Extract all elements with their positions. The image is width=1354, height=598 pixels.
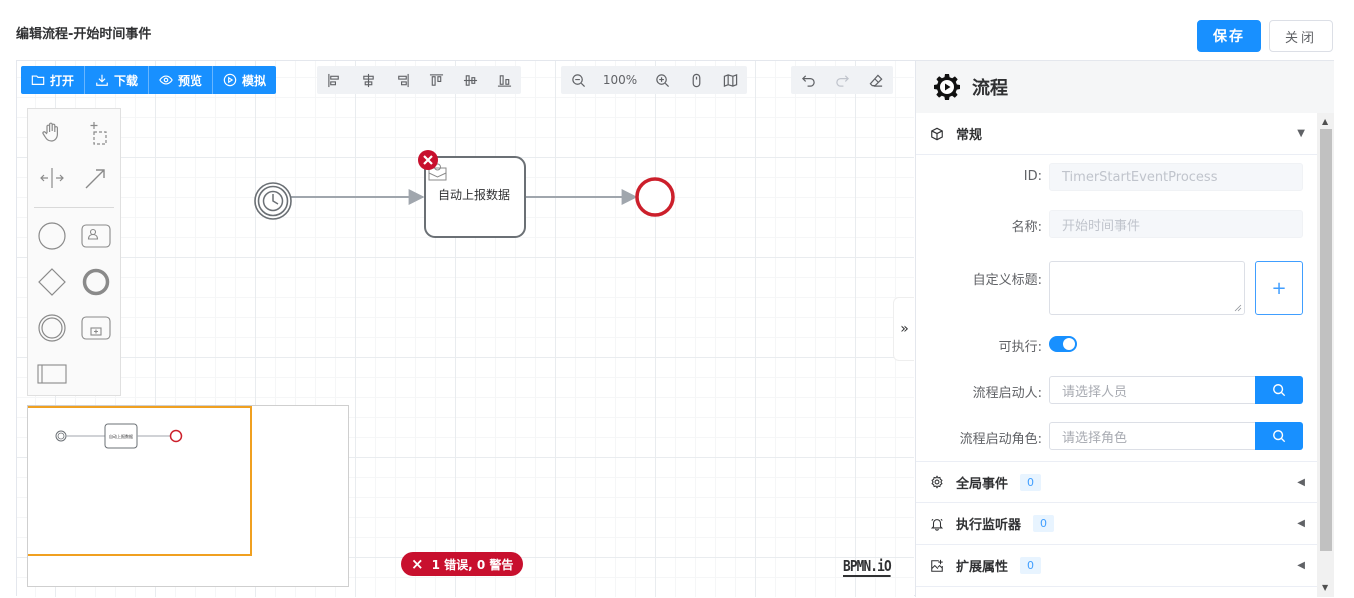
cube-icon [931, 127, 943, 140]
close-button[interactable]: 关闭 [1269, 20, 1333, 52]
ext-props-count-badge: 0 [1020, 557, 1042, 574]
initiator-input[interactable]: 请选择人员 [1049, 376, 1256, 404]
panel-collapse-button[interactable]: » [893, 297, 914, 361]
section-ext-props-title: 扩展属性 [956, 560, 1009, 575]
bell-icon [930, 518, 944, 531]
lint-summary: 1 错误, 0 警告 [431, 557, 514, 572]
error-marker-icon[interactable] [418, 150, 438, 170]
search-icon [1273, 384, 1286, 397]
resize-handle-icon [1234, 304, 1242, 312]
scrollbar-thumb[interactable] [1320, 129, 1332, 551]
save-button[interactable]: 保存 [1197, 20, 1261, 52]
executable-label: 可执行: [998, 340, 1042, 355]
double-chevron-right-icon: » [900, 321, 909, 337]
scroll-up-icon[interactable]: ▲ [1322, 117, 1328, 126]
section-general-title: 常规 [956, 128, 983, 143]
caret-left-icon: ◀ [1297, 560, 1305, 571]
section-ext-props-header[interactable]: 扩展属性 0 ◀ [916, 545, 1317, 587]
custom-title-textarea[interactable] [1049, 261, 1245, 315]
name-field: 开始时间事件 [1049, 210, 1303, 238]
custom-title-label: 自定义标题: [972, 273, 1042, 288]
minimap-viewport[interactable] [28, 406, 252, 556]
lint-status-badge[interactable]: × 1 错误, 0 警告 [401, 552, 524, 576]
section-exec-listeners-header[interactable]: 执行监听器 0 ◀ [916, 503, 1317, 545]
panel-scrollbar[interactable]: ▲ ▼ [1317, 113, 1334, 597]
properties-panel: 流程 常规 ▼ ID: TimerStartEventProcess 名称: 开… [915, 61, 1334, 597]
section-global-events-header[interactable]: 全局事件 0 ◀ [916, 461, 1317, 503]
task-label: 自动上报数据 [437, 188, 510, 202]
caret-left-icon: ◀ [1297, 518, 1305, 529]
initiator-role-input[interactable]: 请选择角色 [1049, 422, 1256, 450]
timer-start-event[interactable] [254, 182, 292, 220]
caret-down-icon: ▼ [1297, 128, 1305, 139]
gear-icon [931, 475, 943, 489]
bpmn-io-logo[interactable]: BPMN.iO [843, 557, 892, 577]
search-icon [1273, 430, 1286, 443]
image-plus-icon [931, 559, 943, 572]
id-field: TimerStartEventProcess [1049, 163, 1303, 191]
exec-listeners-count-badge: 0 [1033, 515, 1055, 532]
close-icon: × [411, 555, 424, 573]
executable-toggle[interactable] [1049, 336, 1077, 352]
scroll-down-icon[interactable]: ▼ [1322, 583, 1328, 592]
name-label: 名称: [1011, 220, 1042, 235]
diagram-canvas[interactable]: 打开 下载 预览 模拟 100% 自动上报数据 自动上报数据 × 1 错误, 0… [17, 61, 914, 597]
section-global-events-title: 全局事件 [956, 476, 1009, 492]
section-exec-listeners-title: 执行监听器 [956, 518, 1022, 533]
process-editor: 打开 下载 预览 模拟 100% 自动上报数据 自动上报数据 × 1 错误, 0… [16, 60, 1334, 597]
initiator-label: 流程启动人: [972, 386, 1042, 401]
panel-header: 流程 [916, 61, 1334, 113]
section-general-header[interactable]: 常规 ▼ [916, 113, 1317, 155]
initiator-role-label: 流程启动角色: [959, 432, 1042, 447]
minimap[interactable]: 自动上报数据 [27, 405, 349, 587]
page-title: 编辑流程-开始时间事件 [16, 27, 152, 42]
caret-left-icon: ◀ [1297, 476, 1305, 488]
initiator-role-search-button[interactable] [1255, 422, 1303, 450]
add-custom-title-button[interactable]: + [1255, 261, 1303, 315]
global-events-count-badge: 0 [1020, 473, 1042, 491]
initiator-search-button[interactable] [1255, 376, 1303, 404]
page: 编辑流程-开始时间事件 保存 关闭 打开 下载 预览 模拟 100% 自动上报数… [0, 0, 1354, 598]
process-gear-icon [934, 74, 960, 100]
end-event[interactable] [635, 177, 675, 217]
panel-title: 流程 [972, 78, 1008, 99]
id-label: ID: [1023, 169, 1042, 184]
